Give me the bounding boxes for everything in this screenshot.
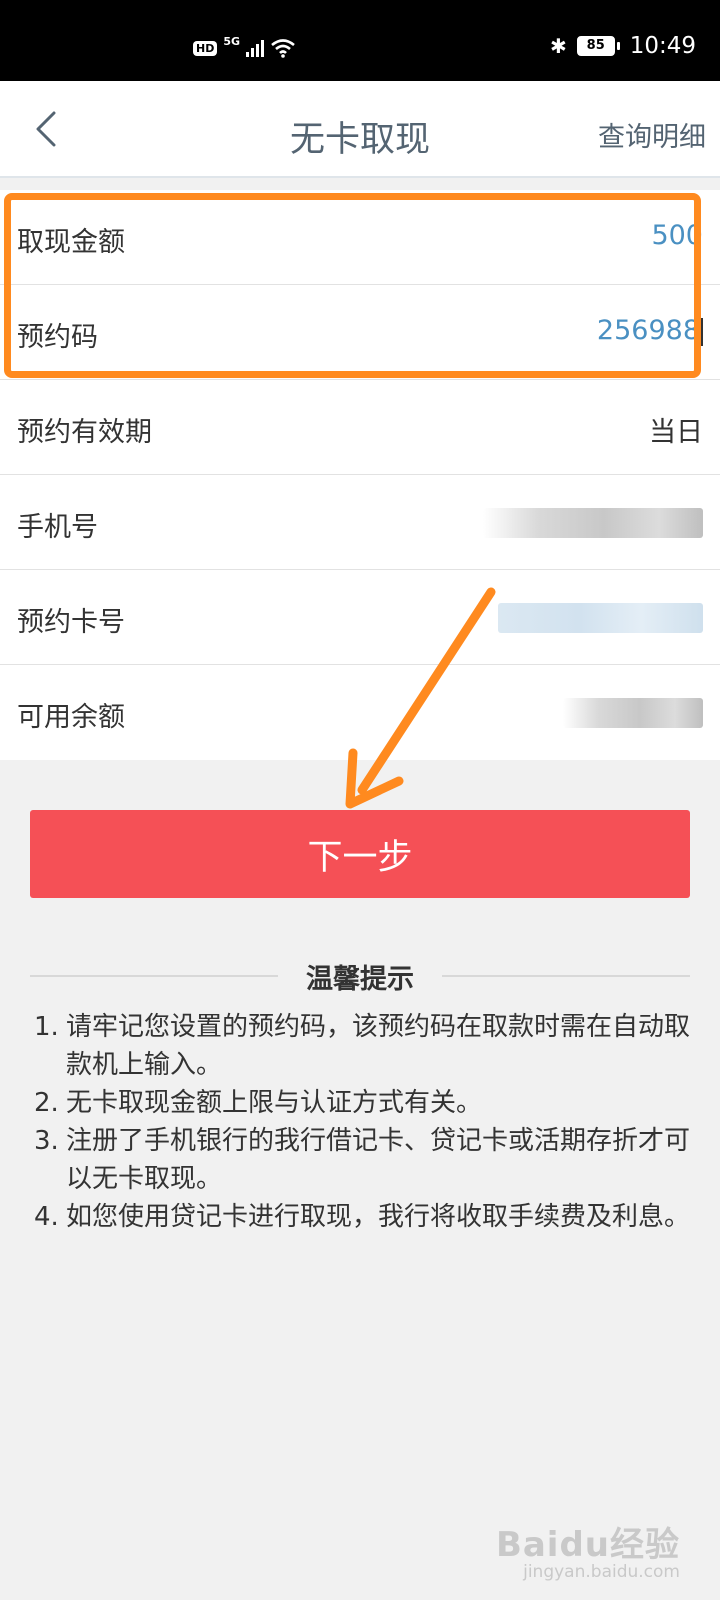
status-left: HD 5G (193, 34, 296, 58)
query-details-link[interactable]: 查询明细 (598, 115, 706, 154)
bluetooth-icon: ✱ (549, 34, 567, 58)
annotation-highlight-box (4, 193, 701, 378)
form-row-card-number[interactable]: 预约卡号 (0, 570, 720, 665)
card-number-redacted[interactable] (498, 603, 703, 633)
status-time: 10:49 (629, 33, 696, 59)
battery-icon: 85 (576, 36, 620, 56)
status-bar: HD 5G ✱ 85 10:49 (0, 0, 720, 81)
nav-bar: 无卡取现 查询明细 (0, 81, 720, 178)
form-row-balance: 可用余额 (0, 665, 720, 760)
tips-list: 1. 请牢记您设置的预约码，该预约码在取款时需在自动取款机上输入。 2. 无卡取现金… (34, 1008, 694, 1236)
phone-value-redacted (483, 508, 703, 538)
tips-header: 温馨提示 (30, 955, 690, 995)
tip-item: 2. 无卡取现金额上限与认证方式有关。 (34, 1088, 483, 1118)
tip-item: 4. 如您使用贷记卡进行取现，我行将收取手续费及利息。 (34, 1202, 691, 1232)
balance-redacted (563, 698, 703, 728)
hd-voice-icon: HD (193, 40, 218, 56)
phone-label: 手机号 (17, 512, 98, 543)
validity-value: 当日 (649, 417, 703, 448)
next-step-button[interactable]: 下一步 (30, 810, 690, 898)
cell-signal-icon (246, 39, 265, 57)
watermark-url: jingyan.baidu.com (523, 1562, 680, 1582)
watermark-logo: Baidu经验 (495, 1525, 680, 1565)
text-cursor (701, 317, 703, 346)
validity-label: 预约有效期 (17, 417, 152, 448)
tips-divider-right (442, 975, 690, 977)
wifi-icon (271, 39, 295, 58)
form-row-phone: 手机号 (0, 475, 720, 570)
battery-level: 85 (576, 36, 615, 56)
tip-item: 1. 请牢记您设置的预约码，该预约码在取款时需在自动取款机上输入。 (34, 1012, 691, 1080)
card-number-label: 预约卡号 (17, 607, 125, 638)
form-row-validity: 预约有效期 当日 (0, 380, 720, 475)
baidu-jingyan-watermark: Baidu经验 jingyan.baidu.com (496, 1517, 680, 1582)
tip-item: 3. 注册了手机银行的我行借记卡、贷记卡或活期存折才可以无卡取现。 (34, 1126, 691, 1194)
status-right: ✱ 85 10:49 (550, 33, 696, 59)
network-type-label: 5G (223, 34, 241, 48)
balance-label: 可用余额 (17, 702, 125, 733)
